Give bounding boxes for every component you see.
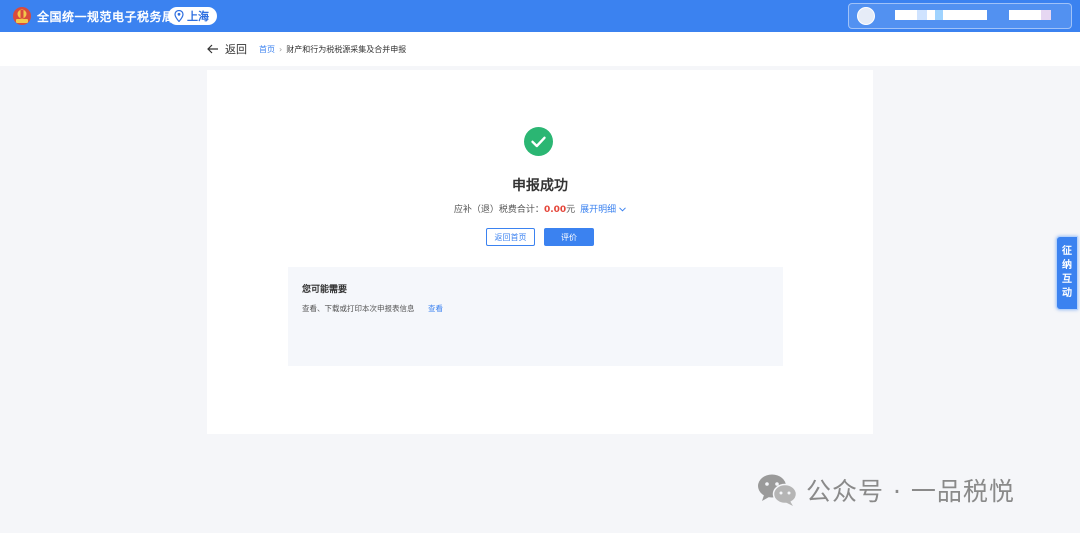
interaction-side-tab[interactable]: 征 纳 互 动 xyxy=(1056,236,1078,310)
user-name-mask xyxy=(895,10,987,20)
breadcrumb-current: 财产和行为税税源采集及合并申报 xyxy=(286,45,407,54)
suggestion-panel: 您可能需要 查看、下载或打印本次申报表信息 查看 xyxy=(288,267,783,366)
suggestion-title: 您可能需要 xyxy=(302,285,348,295)
breadcrumb-bar: 返回 首页 › 财产和行为税税源采集及合并申报 xyxy=(0,32,1080,66)
back-button[interactable]: 返回 xyxy=(207,41,247,57)
top-bar: 全国统一规范电子税务局 上海 xyxy=(0,0,1080,32)
watermark: 公众号 · 一品税悦 xyxy=(756,472,1015,508)
amount-unit: 元 xyxy=(566,205,576,215)
side-tab-char: 动 xyxy=(1062,288,1072,299)
user-id-mask xyxy=(1009,10,1051,20)
side-tab-char: 互 xyxy=(1062,274,1072,285)
user-info[interactable] xyxy=(848,3,1072,29)
return-home-button[interactable]: 返回首页 xyxy=(486,228,535,246)
result-title: 申报成功 xyxy=(512,178,568,194)
breadcrumb-separator: › xyxy=(279,45,283,54)
side-tab-char: 征 xyxy=(1062,246,1072,257)
watermark-text: 公众号 · 一品税悦 xyxy=(806,477,1015,506)
tax-amount: 0.00 xyxy=(543,205,567,215)
view-link[interactable]: 查看 xyxy=(428,303,443,314)
rate-button[interactable]: 评价 xyxy=(544,228,594,246)
region-selector[interactable]: 上海 xyxy=(168,7,217,25)
side-tab-char: 纳 xyxy=(1062,260,1072,271)
tax-emblem-icon xyxy=(13,7,31,25)
detail-label: 展开明细 xyxy=(580,205,617,215)
region-label: 上海 xyxy=(187,10,209,23)
back-label: 返回 xyxy=(225,43,247,56)
location-pin-icon xyxy=(174,10,184,22)
site-title: 全国统一规范电子税务局 xyxy=(37,10,175,24)
suggestion-text: 查看、下载或打印本次申报表信息 xyxy=(302,304,415,313)
arrow-left-icon xyxy=(207,44,218,54)
expand-detail-link[interactable]: 展开明细 xyxy=(580,205,626,215)
success-check-icon xyxy=(524,127,553,156)
result-card: 申报成功 应补（退）税费合计：0.00元 展开明细 返回首页 评价 您可能需要 查… xyxy=(207,70,873,434)
wechat-icon xyxy=(758,474,798,506)
tax-summary: 应补（退）税费合计：0.00元 展开明细 xyxy=(207,202,873,215)
avatar xyxy=(857,7,875,25)
breadcrumb-home[interactable]: 首页 xyxy=(259,44,275,55)
breadcrumb: 首页 › 财产和行为税税源采集及合并申报 xyxy=(259,44,406,55)
summary-label: 应补（退）税费合计： xyxy=(453,205,544,215)
chevron-down-icon xyxy=(619,207,626,212)
